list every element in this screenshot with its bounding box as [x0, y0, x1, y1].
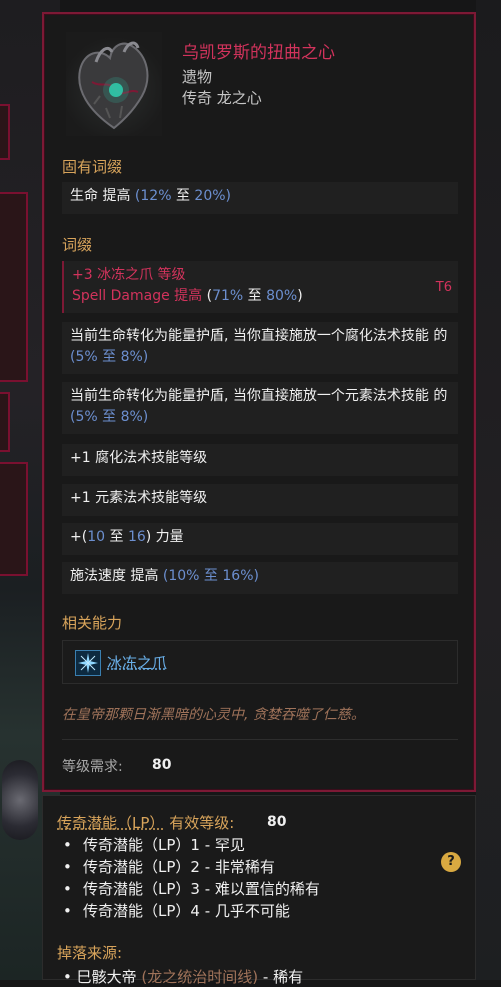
equipment-slot[interactable] — [0, 192, 28, 382]
background-scene-right — [476, 0, 501, 980]
affix-row: 当前生命转化为能量护盾, 当你直接施放一个腐化法术技能 的 (5% 至 8%) — [62, 322, 458, 374]
help-icon[interactable]: ? — [441, 852, 461, 872]
affix-range-min: 10 — [87, 529, 106, 545]
affix-plus: +1 — [70, 490, 91, 506]
affix-plus: +3 — [72, 267, 93, 283]
gear-icon[interactable] — [2, 760, 38, 840]
affix-plus: +1 — [70, 450, 91, 466]
implicit-row: 生命 提高 (12% 至 20%) — [62, 182, 458, 214]
affix-range-min: 12% — [140, 188, 172, 204]
twisted-heart-icon — [66, 32, 162, 136]
divider — [62, 739, 458, 740]
legendary-potential-panel: 传奇潜能（LP） 有效等级: 80 传奇潜能（LP）1 - 罕见 传奇潜能（LP… — [42, 795, 476, 986]
affix-range-max: 80% — [266, 288, 298, 304]
level-requirement-value: 80 — [152, 757, 172, 773]
affix-row: +1 元素法术技能等级 — [62, 484, 458, 516]
related-ability[interactable]: 冰冻之爪 — [62, 640, 458, 684]
affix-row: 施法速度 提高 (10% 至 16%) — [62, 562, 458, 594]
featured-affix: +3 冰冻之爪 等级 Spell Damage 提高 (71% 至 80%) T… — [62, 261, 458, 313]
affix-text: ) 力量 — [145, 529, 184, 545]
legendary-potential-term[interactable]: 传奇潜能（LP） — [57, 814, 164, 832]
flavor-text: 在皇帝那颗日渐黑暗的心灵中, 贪婪吞噬了仁慈。 — [62, 707, 365, 723]
affix-range: (10% 至 16%) — [162, 568, 259, 584]
legendary-potential-label: 传奇潜能（LP） 有效等级: — [57, 812, 234, 833]
item-name: 乌凯罗斯的扭曲之心 — [182, 43, 335, 63]
affix-range-min: 71% — [212, 288, 244, 304]
affix-row: 当前生命转化为能量护盾, 当你直接施放一个元素法术技能 的 (5% 至 8%) — [62, 382, 458, 434]
item-type: 遗物 — [182, 68, 213, 86]
item-tooltip: 乌凯罗斯的扭曲之心 遗物 传奇 龙之心 固有词缀 生命 提高 (12% 至 20… — [42, 12, 476, 792]
item-rarity-base: 传奇 龙之心 — [182, 89, 262, 107]
legendary-potential-value: 80 — [267, 814, 287, 830]
affix-range-sep: 至 — [243, 288, 267, 304]
affix-text: 当前生命转化为能量护盾, 当你直接施放一个元素法术技能 的 — [70, 388, 448, 404]
legendary-potential-suffix: 有效等级: — [169, 814, 235, 832]
affix-range-open: +( — [70, 529, 88, 545]
drop-source-boss: 巳骸大帝 — [76, 968, 137, 986]
item-header: 乌凯罗斯的扭曲之心 遗物 传奇 龙之心 — [44, 14, 474, 154]
level-requirement-label: 等级需求: — [62, 759, 123, 775]
affix-range: (5% 至 8%) — [70, 349, 149, 365]
equipment-slot[interactable] — [0, 462, 28, 576]
affix-range-max: 16 — [127, 529, 146, 545]
affix-text: 生命 提高 — [70, 188, 135, 204]
affix-row: +1 腐化法术技能等级 — [62, 444, 458, 476]
affix-range: (5% 至 8%) — [70, 409, 149, 425]
affix-text: 施法速度 提高 — [70, 568, 163, 584]
related-ability-label: 相关能力 — [62, 614, 123, 632]
ability-link[interactable]: 冰冻之爪 — [107, 652, 167, 673]
affix-range-sep: 至 — [171, 188, 195, 204]
implicit-label: 固有词缀 — [62, 158, 123, 176]
equipment-slot[interactable] — [0, 104, 10, 160]
affix-range-max: 20% — [194, 188, 226, 204]
drop-source-rarity: - 稀有 — [258, 968, 304, 986]
affix-text: 冰冻之爪 等级 — [92, 267, 186, 283]
equipment-slot[interactable] — [0, 392, 10, 452]
legendary-potential-list: 传奇潜能（LP）1 - 罕见 传奇潜能（LP）2 - 非常稀有 传奇潜能（LP）… — [63, 834, 320, 922]
drop-source-timeline: (龙之统治时间线) — [136, 968, 259, 986]
affix-range-close: ) — [225, 188, 231, 204]
affix-range-close: ) — [297, 288, 303, 304]
affix-text: Spell Damage 提高 — [72, 288, 207, 304]
affix-tier-badge: T6 — [435, 280, 452, 295]
list-item: 传奇潜能（LP）3 - 难以置信的稀有 — [63, 878, 320, 900]
drop-source-label: 掉落来源: — [57, 944, 123, 962]
affix-label: 词缀 — [62, 236, 93, 254]
drop-source-item: • 巳骸大帝 (龙之统治时间线) - 稀有 — [63, 968, 304, 986]
affix-text: 当前生命转化为能量护盾, 当你直接施放一个腐化法术技能 的 — [70, 328, 448, 344]
frost-claw-icon — [75, 650, 101, 676]
affix-text: 元素法术技能等级 — [90, 490, 208, 506]
list-item: 传奇潜能（LP）1 - 罕见 — [63, 834, 320, 856]
list-item: 传奇潜能（LP）2 - 非常稀有 — [63, 856, 320, 878]
affix-range-sep: 至 — [105, 529, 128, 545]
affix-row: +(10 至 16) 力量 — [62, 523, 458, 555]
list-item: 传奇潜能（LP）4 - 几乎不可能 — [63, 900, 320, 922]
affix-text: 腐化法术技能等级 — [90, 450, 208, 466]
